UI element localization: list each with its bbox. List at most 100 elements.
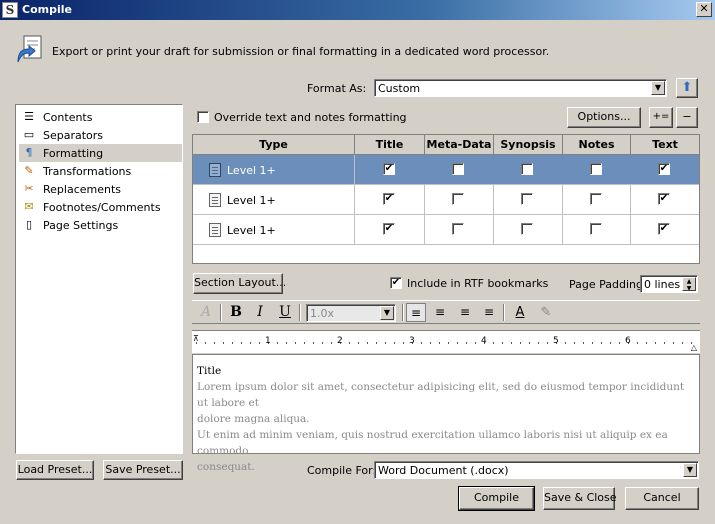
separator-icon: ▭ [23, 128, 35, 141]
table-row[interactable]: Level 1+ ✔ ✔ [193, 215, 699, 245]
column-header-meta-data[interactable]: Meta-Data [425, 135, 494, 155]
column-header-notes[interactable]: Notes [563, 135, 631, 155]
ruler-tick [214, 342, 215, 344]
ruler-tick [682, 342, 683, 344]
format-preview[interactable]: Title Lorem ipsum dolor sit amet, consec… [192, 354, 700, 473]
ruler-tick [385, 342, 386, 344]
ruler-tick [574, 342, 575, 344]
ruler-tick [304, 342, 305, 344]
ruler-tick [205, 342, 206, 344]
notes-checkbox[interactable] [590, 193, 602, 205]
ruler-tick [610, 342, 611, 344]
meta-data-checkbox[interactable] [452, 193, 464, 205]
sidebar-item-transformations[interactable]: ✎ Transformations [19, 162, 182, 180]
ruler-number: 5 [553, 336, 559, 346]
ruler-number: 1 [265, 336, 271, 346]
text-color-icon[interactable]: A [510, 303, 530, 322]
align-justify-icon[interactable]: ≡ [455, 303, 475, 322]
remove-format-level-button[interactable]: − [676, 107, 698, 128]
format-as-label: Format As: [307, 82, 367, 95]
compile-export-icon [17, 35, 42, 63]
format-preset-up-button[interactable]: ⬆ [676, 78, 698, 98]
sidebar-item-label: Formatting [43, 147, 104, 160]
align-center-icon[interactable]: ≡ [430, 303, 450, 322]
synopsis-checkbox[interactable] [521, 193, 533, 205]
notes-checkbox[interactable] [590, 163, 602, 175]
page-padding-value: 0 lines [644, 278, 681, 291]
ruler-tick [457, 342, 458, 344]
section-layout-button[interactable]: Section Layout... [193, 273, 286, 294]
synopsis-checkbox[interactable] [521, 223, 533, 235]
page-padding-stepper[interactable]: 0 lines ▲ ▼ [640, 275, 698, 293]
sidebar-item-footnotes-comments[interactable]: ✉ Footnotes/Comments [19, 198, 182, 216]
column-header-title[interactable]: Title [355, 135, 425, 155]
align-right-icon[interactable]: ≡ [479, 303, 499, 322]
ruler-tick [367, 342, 368, 344]
save-close-button[interactable]: Save & Close [543, 487, 617, 510]
font-icon[interactable]: A [196, 303, 216, 322]
line-spacing-select[interactable]: 1.0x ▼ [306, 304, 396, 322]
text-checkbox[interactable]: ✔ [658, 193, 670, 205]
meta-data-checkbox[interactable] [452, 223, 464, 235]
ruler-tick [619, 342, 620, 344]
close-button[interactable]: ✕ [696, 2, 712, 17]
ruler-number: 4 [481, 336, 487, 346]
text-checkbox[interactable]: ✔ [658, 223, 670, 235]
sidebar-item-contents[interactable]: ☰ Contents [19, 108, 182, 126]
load-preset-button[interactable]: Load Preset... [16, 460, 94, 480]
toolbar-separator [220, 304, 222, 321]
ruler-tick [475, 342, 476, 344]
add-format-level-button[interactable]: += [649, 107, 673, 128]
document-group-icon [209, 193, 221, 207]
notes-checkbox[interactable] [590, 223, 602, 235]
compile-for-select[interactable]: Word Document (.docx) ▼ [374, 461, 699, 479]
formatting-levels-table: Type Title Meta-Data Synopsis Notes Text… [192, 134, 700, 264]
sidebar-item-formatting[interactable]: ¶ Formatting [19, 144, 182, 162]
page-icon: ▯ [25, 218, 33, 231]
column-header-type[interactable]: Type [193, 135, 355, 155]
ruler-tick [277, 342, 278, 344]
ruler-tick [241, 342, 242, 344]
ruler-tick [646, 342, 647, 344]
column-header-text[interactable]: Text [631, 135, 699, 155]
toolbar-separator [402, 304, 404, 321]
title-checkbox[interactable]: ✔ [383, 163, 395, 175]
ruler-tick [313, 342, 314, 344]
text-checkbox[interactable]: ✔ [658, 163, 670, 175]
title-bar: S Compile ✕ [0, 0, 715, 20]
override-formatting-checkbox[interactable] [197, 111, 209, 123]
bold-button[interactable]: B [226, 303, 246, 322]
rtf-bookmarks-checkbox[interactable]: ✔ [390, 277, 402, 289]
sidebar-item-separators[interactable]: ▭ Separators [19, 126, 182, 144]
title-checkbox[interactable]: ✔ [383, 223, 395, 235]
column-header-synopsis[interactable]: Synopsis [494, 135, 563, 155]
ruler-tick [529, 342, 530, 344]
table-row[interactable]: Level 1+ ✔ ✔ [193, 155, 699, 185]
stepper-arrows-icon[interactable]: ▲ ▼ [682, 277, 696, 292]
align-left-icon[interactable]: ≡ [406, 303, 426, 322]
ruler-tick [250, 342, 251, 344]
replace-icon: ✂ [24, 182, 34, 195]
title-checkbox[interactable]: ✔ [383, 193, 395, 205]
sidebar-item-page-settings[interactable]: ▯ Page Settings [19, 216, 182, 234]
italic-button[interactable]: I [250, 303, 270, 322]
right-indent-marker-icon[interactable]: △ [691, 343, 697, 352]
ruler[interactable]: ⊼ △ 123456 [192, 330, 700, 354]
cancel-button[interactable]: Cancel [625, 487, 699, 510]
save-preset-button[interactable]: Save Preset... [103, 460, 183, 480]
format-as-select[interactable]: Custom ▼ [374, 79, 667, 97]
options-button[interactable]: Options... [567, 107, 641, 128]
ruler-tick [493, 342, 494, 344]
synopsis-checkbox[interactable] [521, 163, 533, 175]
compile-button[interactable]: Compile [458, 486, 535, 511]
underline-button[interactable]: U [275, 303, 295, 322]
sidebar-item-replacements[interactable]: ✂ Replacements [19, 180, 182, 198]
meta-data-checkbox[interactable] [452, 163, 464, 175]
highlight-icon[interactable]: ✎ [536, 303, 556, 322]
table-row[interactable]: Level 1+ ✔ ✔ [193, 185, 699, 215]
rtf-bookmarks-label: Include in RTF bookmarks [407, 277, 549, 290]
sidebar-item-label: Page Settings [43, 219, 119, 232]
document-icon [209, 223, 221, 237]
ruler-tick [349, 342, 350, 344]
ruler-tick [655, 342, 656, 344]
